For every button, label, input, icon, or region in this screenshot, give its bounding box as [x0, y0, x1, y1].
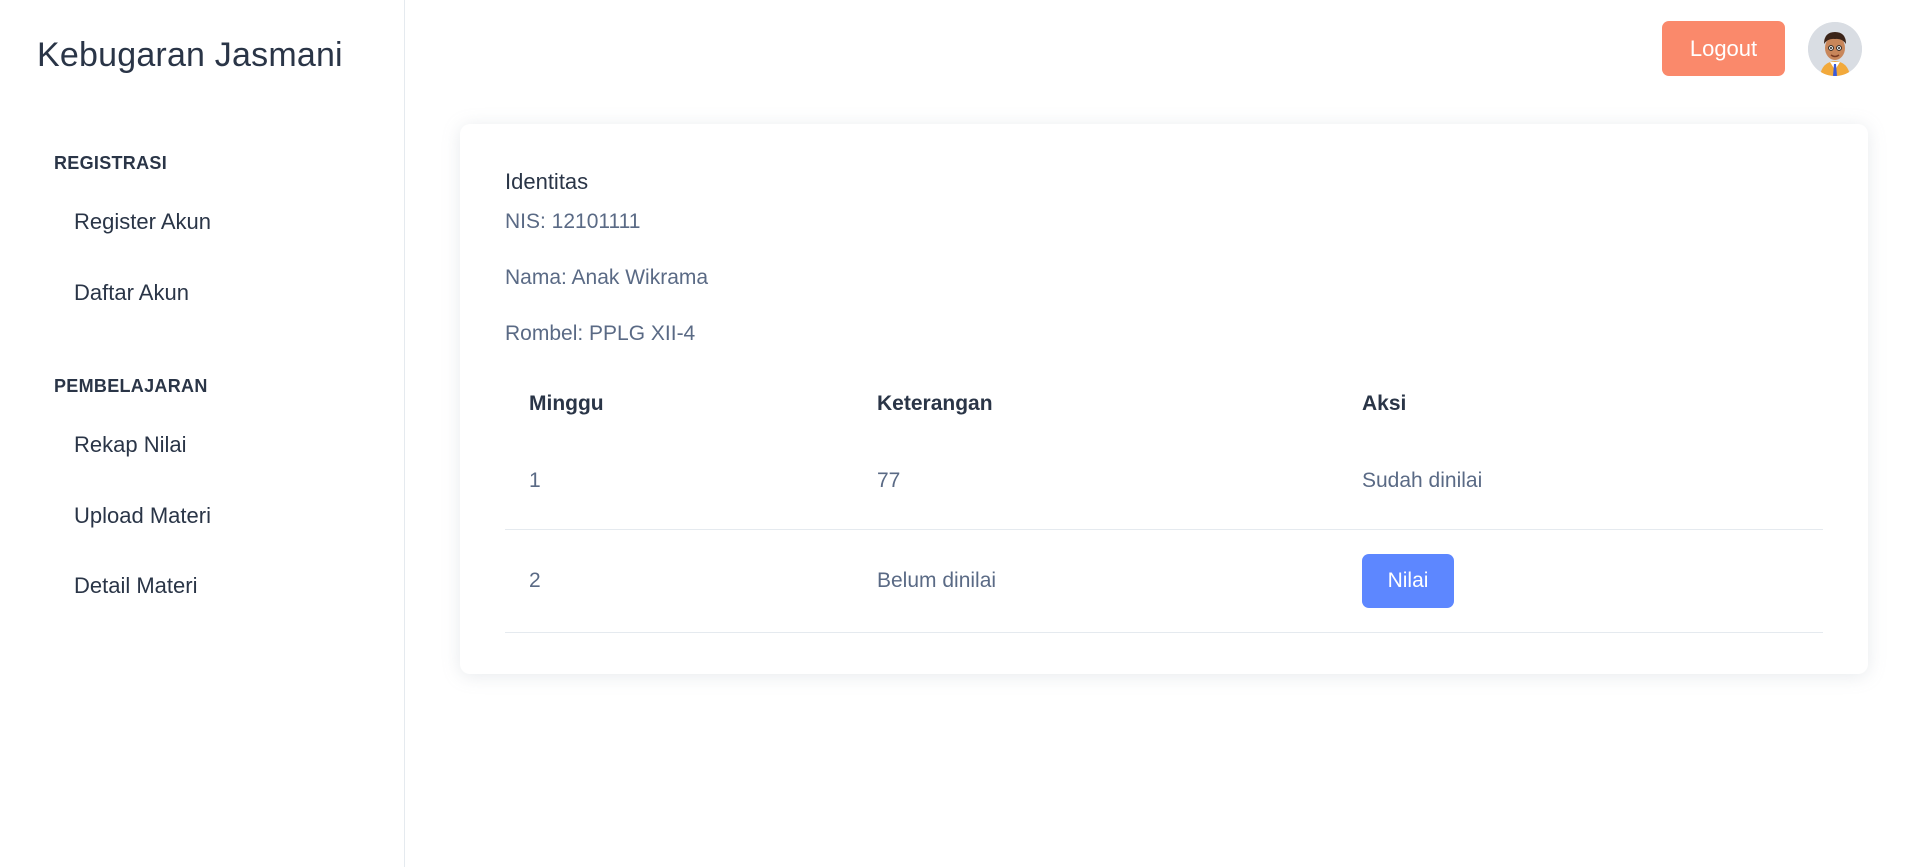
identity-rombel: Rombel: PPLG XII-4	[505, 322, 696, 345]
identity-nama: Nama: Anak Wikrama	[505, 266, 709, 289]
sidebar-item-rekap-nilai[interactable]: Rekap Nilai	[74, 432, 187, 458]
table-header-row: Minggu Keterangan Aksi	[505, 374, 1823, 434]
cell-aksi-status: Sudah dinilai	[1338, 434, 1823, 530]
logout-button[interactable]: Logout	[1662, 21, 1785, 76]
sidebar-item-register-akun[interactable]: Register Akun	[74, 209, 211, 235]
table-row: 2 Belum dinilai Nilai	[505, 529, 1823, 633]
cell-aksi: Nilai	[1338, 529, 1823, 633]
sidebar: Kebugaran Jasmani REGISTRASI Register Ak…	[0, 0, 405, 867]
app-title: Kebugaran Jasmani	[37, 36, 343, 74]
header-minggu: Minggu	[529, 392, 604, 415]
cell-minggu: 2	[505, 529, 853, 633]
sidebar-item-upload-materi[interactable]: Upload Materi	[74, 503, 211, 529]
nav-section-registrasi: REGISTRASI	[54, 153, 168, 173]
user-avatar-icon[interactable]	[1808, 22, 1862, 76]
cell-keterangan: 77	[853, 434, 1338, 530]
identity-title: Identitas	[505, 169, 589, 194]
grades-table: Minggu Keterangan Aksi 1 77 Sudah dinila…	[505, 374, 1823, 633]
cell-keterangan: Belum dinilai	[853, 529, 1338, 633]
nilai-button[interactable]: Nilai	[1362, 553, 1454, 608]
sidebar-item-daftar-akun[interactable]: Daftar Akun	[74, 280, 189, 306]
identity-nis: NIS: 12101111	[505, 210, 641, 233]
avatar-illustration	[1808, 22, 1862, 76]
table-row: 1 77 Sudah dinilai	[505, 434, 1823, 530]
header-aksi: Aksi	[1362, 392, 1407, 415]
header-keterangan: Keterangan	[877, 392, 993, 415]
sidebar-item-detail-materi[interactable]: Detail Materi	[74, 573, 197, 599]
student-detail-card: Identitas NIS: 12101111 Nama: Anak Wikra…	[460, 124, 1868, 674]
cell-minggu: 1	[505, 434, 853, 530]
nav-section-pembelajaran: PEMBELAJARAN	[54, 376, 208, 396]
